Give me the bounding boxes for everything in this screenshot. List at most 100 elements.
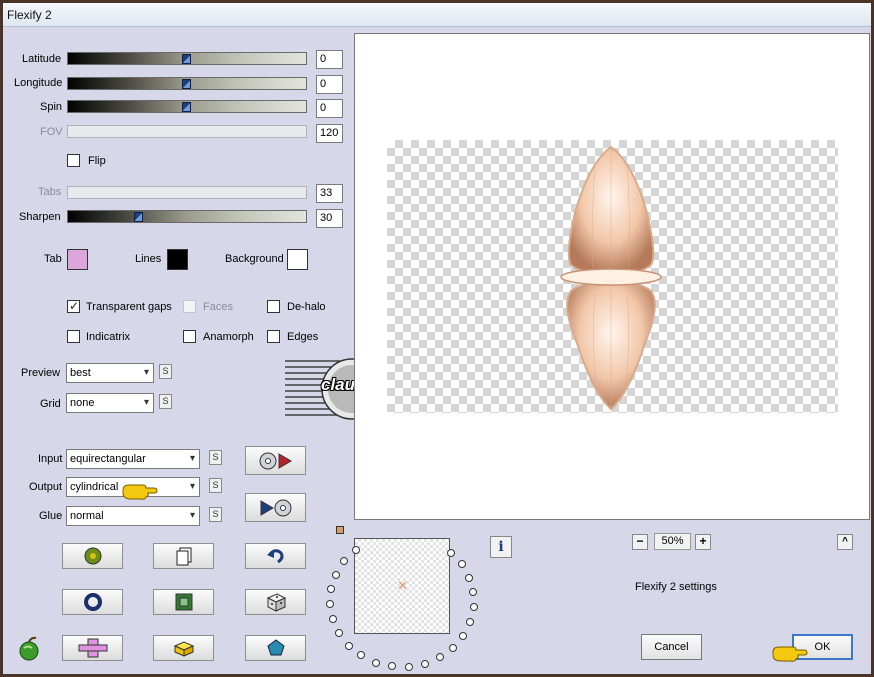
orbit-dot[interactable] [328, 615, 337, 624]
sharpen-slider-thumb[interactable] [134, 212, 144, 222]
fov-value[interactable]: 120 [316, 124, 343, 143]
de-halo-label: De-halo [287, 301, 326, 313]
orbit-dot[interactable] [327, 585, 336, 594]
orbit-dot[interactable] [446, 548, 455, 557]
glue-dropdown-value: normal [70, 510, 104, 522]
pentagon-icon [266, 639, 285, 656]
window-title: Flexify 2 [7, 8, 52, 22]
thumbnail-marker-icon: ✕ [397, 578, 408, 593]
copy-button[interactable] [153, 543, 214, 569]
orbit-dot[interactable] [469, 603, 478, 612]
transparent-gaps-checkbox[interactable]: ✓ [67, 299, 80, 313]
sharpen-value[interactable]: 30 [316, 209, 343, 228]
random-dice-button[interactable] [245, 589, 306, 615]
box-button[interactable] [153, 635, 214, 661]
orbit-dot[interactable] [466, 618, 475, 627]
chevron-down-icon: ▾ [189, 453, 195, 464]
preview-s-button[interactable]: S [159, 364, 172, 379]
apply-output-button[interactable] [245, 493, 306, 522]
orbit-dot[interactable] [465, 573, 474, 582]
orbit-handle[interactable] [336, 526, 344, 534]
orbit-dot[interactable] [420, 659, 429, 668]
ring-button[interactable] [62, 589, 123, 615]
orbit-dot[interactable] [326, 600, 335, 609]
zoom-level: 50% [654, 533, 691, 550]
glue-label: Glue [39, 510, 63, 522]
orbit-dot[interactable] [340, 557, 349, 566]
disc-play-icon [259, 452, 292, 469]
orbit-dot[interactable] [404, 662, 413, 671]
background-color-swatch[interactable] [287, 249, 308, 270]
spin-label: Spin [40, 101, 63, 113]
latitude-slider[interactable] [67, 52, 307, 65]
glue-dropdown[interactable]: normal ▾ [66, 506, 200, 526]
spin-slider[interactable] [67, 100, 307, 113]
output-s-button[interactable]: S [209, 478, 222, 493]
orbit-dot[interactable] [448, 643, 457, 652]
ok-hand-pointer-icon [771, 643, 809, 666]
glue-s-button[interactable]: S [209, 507, 222, 522]
longitude-value[interactable]: 0 [316, 75, 343, 94]
input-dropdown[interactable]: equirectangular ▾ [66, 449, 200, 469]
fov-slider [67, 125, 307, 138]
orbit-dot[interactable] [357, 651, 366, 660]
tab-color-swatch[interactable] [67, 249, 88, 270]
output-dropdown-value: cylindrical [70, 481, 119, 493]
sharpen-slider[interactable] [67, 210, 307, 223]
grid-s-button[interactable]: S [159, 394, 172, 409]
cross-button[interactable] [62, 635, 123, 661]
zoom-in-button[interactable]: + [695, 534, 711, 550]
tabs-value[interactable]: 33 [316, 184, 343, 203]
anamorph-checkbox[interactable] [183, 330, 196, 343]
undo-button[interactable] [245, 543, 306, 569]
latitude-slider-thumb[interactable] [182, 54, 191, 64]
wheel-icon [84, 547, 101, 565]
orbit-dot[interactable] [332, 570, 341, 579]
collapse-button[interactable]: ^ [837, 534, 853, 550]
dice-icon [266, 593, 286, 612]
cancel-button[interactable]: Cancel [641, 634, 702, 660]
ring-icon [83, 593, 102, 611]
preview-dropdown[interactable]: best ▾ [66, 363, 154, 383]
orbit-dot[interactable] [457, 560, 466, 569]
longitude-slider[interactable] [67, 77, 307, 90]
cross-shape-icon [78, 638, 107, 658]
thumbnail-navigator[interactable]: ✕ [354, 538, 450, 634]
edges-checkbox[interactable] [267, 330, 280, 343]
input-dropdown-value: equirectangular [70, 453, 146, 465]
background-color-label: Background [225, 253, 284, 265]
chevron-down-icon: ▾ [143, 367, 149, 378]
orbit-dot[interactable] [435, 653, 444, 662]
orbit-dot[interactable] [335, 629, 344, 638]
latitude-value[interactable]: 0 [316, 50, 343, 69]
orbit-dot[interactable] [387, 662, 396, 671]
flexified-shape-preview [555, 143, 667, 413]
lines-color-swatch[interactable] [167, 249, 188, 270]
frame-button[interactable] [153, 589, 214, 615]
orbit-dot[interactable] [459, 631, 468, 640]
orbit-dot[interactable] [469, 588, 478, 597]
pages-icon [176, 547, 191, 566]
pentagon-button[interactable] [245, 635, 306, 661]
latitude-label: Latitude [22, 53, 62, 65]
de-halo-checkbox[interactable] [267, 300, 280, 313]
transparent-gaps-label: Transparent gaps [86, 301, 172, 313]
info-button[interactable]: i [490, 536, 512, 558]
check-mark-icon: ✓ [69, 299, 80, 313]
spin-slider-thumb[interactable] [182, 102, 191, 112]
orbit-dot[interactable] [344, 641, 353, 650]
spin-value[interactable]: 0 [316, 99, 343, 118]
indicatrix-checkbox[interactable] [67, 330, 80, 343]
flip-label: Flip [88, 155, 106, 167]
output-label: Output [29, 481, 63, 493]
orbit-dot[interactable] [371, 658, 380, 667]
apply-input-button[interactable] [245, 446, 306, 475]
zoom-out-button[interactable]: − [632, 534, 648, 550]
input-s-button[interactable]: S [209, 450, 222, 465]
grid-dropdown[interactable]: none ▾ [66, 393, 154, 413]
frame-icon [175, 593, 192, 611]
longitude-slider-thumb[interactable] [182, 79, 191, 89]
randomize-button[interactable] [62, 543, 123, 569]
chevron-down-icon: ▾ [189, 481, 195, 492]
flip-checkbox[interactable] [67, 154, 80, 167]
